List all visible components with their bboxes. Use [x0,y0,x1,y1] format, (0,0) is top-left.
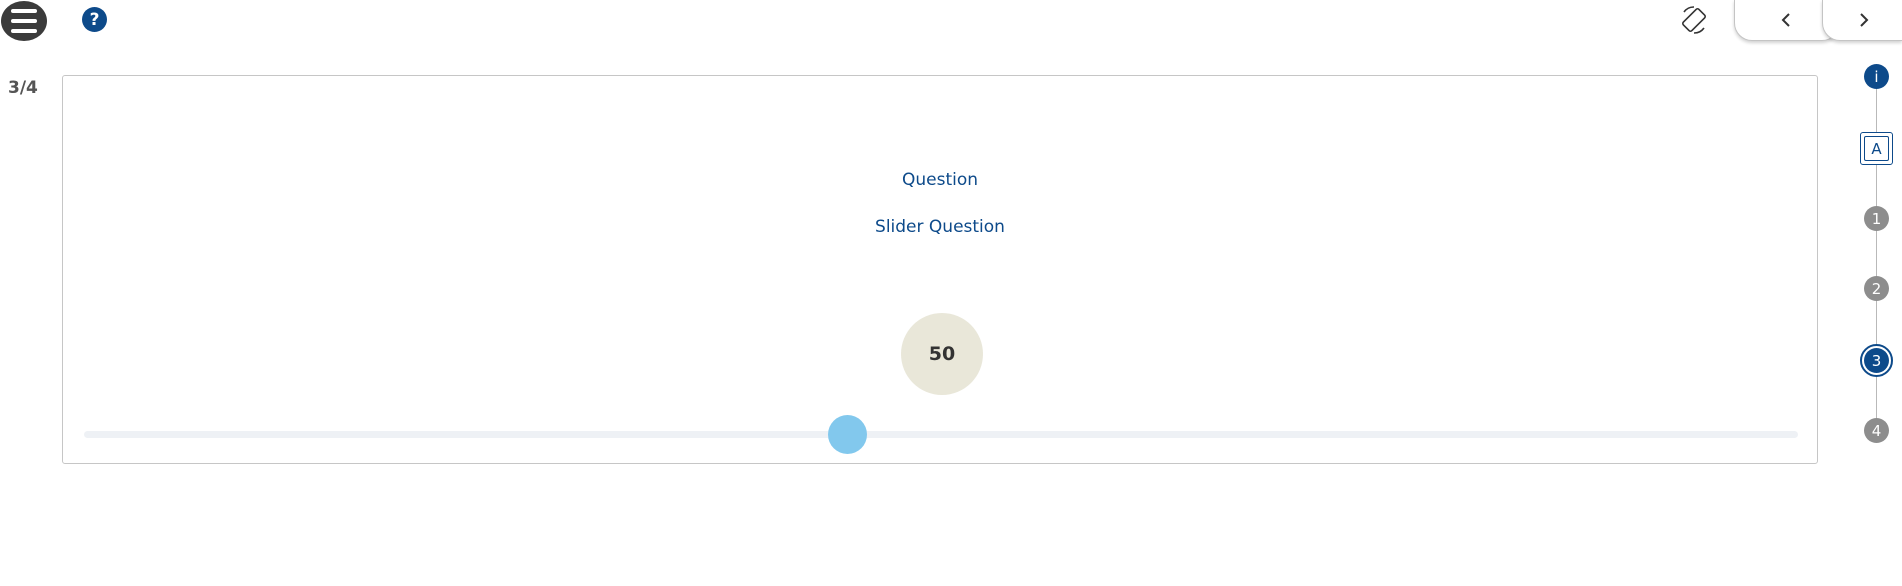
info-icon: i [1874,67,1879,86]
step-3-active[interactable]: 3 [1860,344,1893,377]
step-info[interactable]: i [1864,64,1889,89]
chevron-left-icon [1781,13,1790,27]
slider-track[interactable] [84,415,1798,454]
hamburger-icon-bar [11,29,37,33]
question-card: Question Slider Question 50 [62,75,1818,464]
slider-thumb[interactable] [827,415,867,454]
slider-value: 50 [928,343,956,365]
question-subtitle: Slider Question [875,217,1005,237]
step-3-label: 3 [1864,348,1889,373]
stepper-line [1876,76,1877,432]
next-button[interactable] [1822,0,1902,41]
step-1-label: 1 [1871,209,1882,228]
step-2[interactable]: 2 [1864,276,1889,301]
screen-rotation-icon [1682,6,1706,34]
chevron-right-icon [1859,13,1868,27]
step-1[interactable]: 1 [1864,206,1889,231]
question-title: Question [901,170,979,190]
step-4[interactable]: 4 [1864,418,1889,443]
slider-value-bubble: 50 [901,313,983,395]
step-2-label: 2 [1871,279,1882,298]
step-a-label: A [1864,136,1889,161]
hamburger-icon [11,9,37,13]
progress-indicator: 3/4 [8,78,38,98]
rotate-screen-button[interactable] [1678,4,1710,36]
help-button[interactable]: ? [82,7,107,32]
step-a[interactable]: A [1860,132,1893,165]
menu-button[interactable] [1,1,47,41]
question-mark-icon: ? [89,9,100,30]
hamburger-icon-bar [11,19,37,23]
step-4-label: 4 [1871,421,1882,440]
